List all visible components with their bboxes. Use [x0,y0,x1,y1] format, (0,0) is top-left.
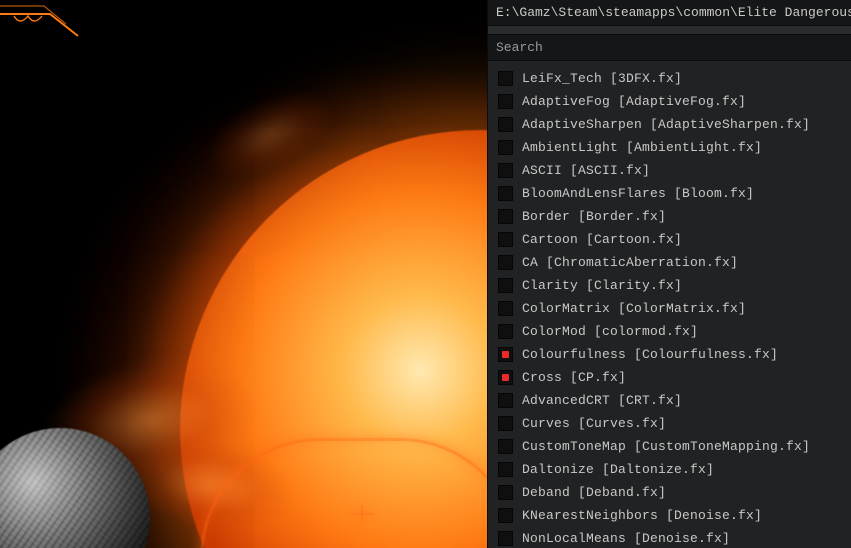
effect-label: BloomAndLensFlares [Bloom.fx] [522,186,754,201]
effect-label: ASCII [ASCII.fx] [522,163,650,178]
effect-label: LeiFx_Tech [3DFX.fx] [522,71,682,86]
effect-checkbox[interactable] [498,485,513,500]
effect-checkbox[interactable] [498,94,513,109]
effect-label: Border [Border.fx] [522,209,666,224]
effect-row[interactable]: Border [Border.fx] [488,205,851,228]
effect-label: Cartoon [Cartoon.fx] [522,232,682,247]
effect-checkbox[interactable] [498,209,513,224]
effect-checkbox[interactable] [498,370,513,385]
effect-label: AdvancedCRT [CRT.fx] [522,393,682,408]
effect-row[interactable]: CustomToneMap [CustomToneMapping.fx] [488,435,851,458]
effect-label: KNearestNeighbors [Denoise.fx] [522,508,762,523]
effect-row[interactable]: Colourfulness [Colourfulness.fx] [488,343,851,366]
effect-row[interactable]: NonLocalMeans [Denoise.fx] [488,527,851,548]
effect-row[interactable]: AmbientLight [AmbientLight.fx] [488,136,851,159]
effect-checkbox[interactable] [498,232,513,247]
effect-checkbox[interactable] [498,324,513,339]
effect-label: Deband [Deband.fx] [522,485,666,500]
effect-label: AdaptiveSharpen [AdaptiveSharpen.fx] [522,117,810,132]
effect-checkbox[interactable] [498,140,513,155]
effect-row[interactable]: ColorMod [colormod.fx] [488,320,851,343]
effect-row[interactable]: CA [ChromaticAberration.fx] [488,251,851,274]
effect-row[interactable]: AdaptiveSharpen [AdaptiveSharpen.fx] [488,113,851,136]
effect-row[interactable]: AdaptiveFog [AdaptiveFog.fx] [488,90,851,113]
effect-label: NonLocalMeans [Denoise.fx] [522,531,730,546]
panel-divider [488,26,851,35]
effect-label: ColorMod [colormod.fx] [522,324,698,339]
game-viewport [0,0,508,548]
effect-row[interactable]: ColorMatrix [ColorMatrix.fx] [488,297,851,320]
search-input[interactable] [496,35,843,60]
effect-checkbox[interactable] [498,439,513,454]
hud-ornament-icon [0,0,110,42]
effect-label: Curves [Curves.fx] [522,416,666,431]
effect-row[interactable]: Cross [CP.fx] [488,366,851,389]
effect-checkbox[interactable] [498,255,513,270]
path-field[interactable]: E:\Gamz\Steam\steamapps\common\Elite Dan… [488,0,851,26]
effect-label: Daltonize [Daltonize.fx] [522,462,714,477]
effect-row[interactable]: AdvancedCRT [CRT.fx] [488,389,851,412]
effect-row[interactable]: LeiFx_Tech [3DFX.fx] [488,67,851,90]
effect-row[interactable]: BloomAndLensFlares [Bloom.fx] [488,182,851,205]
effect-label: Clarity [Clarity.fx] [522,278,682,293]
effect-checkbox[interactable] [498,347,513,362]
effect-row[interactable]: KNearestNeighbors [Denoise.fx] [488,504,851,527]
effect-checkbox[interactable] [498,301,513,316]
effect-label: CustomToneMap [CustomToneMapping.fx] [522,439,810,454]
effect-checkbox[interactable] [498,278,513,293]
search-field[interactable] [488,35,851,61]
effect-checkbox[interactable] [498,462,513,477]
effect-row[interactable]: Daltonize [Daltonize.fx] [488,458,851,481]
effect-checkbox[interactable] [498,71,513,86]
crosshair-icon [350,505,374,523]
effect-checkbox[interactable] [498,186,513,201]
effect-checkbox[interactable] [498,393,513,408]
effect-label: CA [ChromaticAberration.fx] [522,255,738,270]
effect-label: AdaptiveFog [AdaptiveFog.fx] [522,94,746,109]
effect-checkbox[interactable] [498,163,513,178]
effect-row[interactable]: Deband [Deband.fx] [488,481,851,504]
effect-list[interactable]: LeiFx_Tech [3DFX.fx] AdaptiveFog [Adaptiv… [488,61,851,548]
effect-label: ColorMatrix [ColorMatrix.fx] [522,301,746,316]
effect-row[interactable]: ASCII [ASCII.fx] [488,159,851,182]
effect-checkbox[interactable] [498,508,513,523]
effect-label: Colourfulness [Colourfulness.fx] [522,347,778,362]
effect-row[interactable]: Curves [Curves.fx] [488,412,851,435]
effect-row[interactable]: Cartoon [Cartoon.fx] [488,228,851,251]
effect-checkbox[interactable] [498,117,513,132]
reshade-panel: E:\Gamz\Steam\steamapps\common\Elite Dan… [487,0,851,548]
effect-label: Cross [CP.fx] [522,370,626,385]
effect-checkbox[interactable] [498,416,513,431]
effect-row[interactable]: Clarity [Clarity.fx] [488,274,851,297]
effect-checkbox[interactable] [498,531,513,546]
effect-label: AmbientLight [AmbientLight.fx] [522,140,762,155]
